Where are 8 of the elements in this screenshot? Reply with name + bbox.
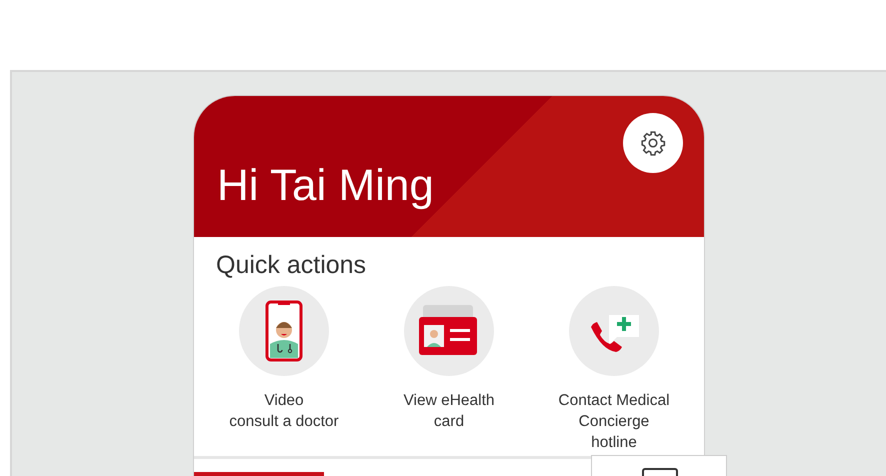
quick-action-button[interactable]: Video consult a doctor [194,286,374,453]
quick-action-button[interactable]: Contact Medical Concierge hotline [524,286,704,453]
section-title: Quick actions [216,251,368,280]
id-card-icon [419,305,479,357]
settings-icon [640,130,666,156]
greeting-title: Hi Tai Ming [217,161,434,211]
doctor-phone-icon [265,300,303,362]
quick-action-button[interactable]: View eHealth card [374,286,524,453]
